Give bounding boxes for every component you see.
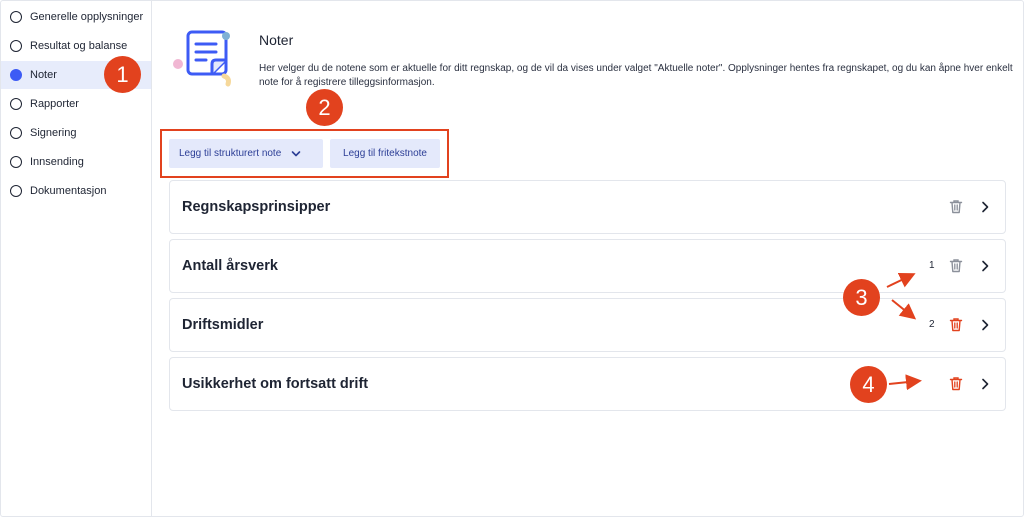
sidebar-item-resultat-og-balanse[interactable]: Resultat og balanse (1, 32, 151, 60)
note-title: Driftsmidler (182, 317, 264, 333)
radio-selected-icon (10, 69, 22, 81)
sidebar-item-signering[interactable]: Signering (1, 119, 151, 147)
chevron-right-icon[interactable] (980, 260, 990, 272)
sidebar-item-label: Rapporter (30, 98, 79, 110)
radio-icon (10, 156, 22, 168)
radio-icon (10, 127, 22, 139)
note-title: Antall årsverk (182, 258, 278, 274)
sidebar-item-rapporter[interactable]: Rapporter (1, 90, 151, 118)
trash-icon[interactable] (949, 258, 963, 273)
notes-illustration-icon (173, 30, 231, 87)
sidebar-item-label: Innsending (30, 156, 84, 168)
radio-icon (10, 11, 22, 23)
note-title: Usikkerhet om fortsatt drift (182, 376, 369, 392)
sidebar-item-label: Generelle opplysninger (30, 11, 144, 23)
add-freetext-note-label: Legg til fritekstnote (343, 148, 427, 159)
note-count: 1 (929, 260, 935, 271)
sidebar-item-label: Signering (30, 127, 77, 139)
note-title: Regnskapsprinsipper (182, 199, 331, 215)
annotation-badge-4: 4 (850, 366, 887, 403)
sidebar-item-label: Dokumentasjon (30, 185, 107, 197)
radio-icon (10, 40, 22, 52)
radio-icon (10, 98, 22, 110)
page-description: Her velger du de notene som er aktuelle … (259, 63, 1013, 88)
annotation-badge-1: 1 (104, 56, 141, 93)
sidebar-item-dokumentasjon[interactable]: Dokumentasjon (1, 177, 151, 205)
note-row-driftsmidler[interactable]: Driftsmidler (169, 298, 1006, 352)
trash-icon[interactable] (949, 317, 963, 332)
add-structured-note-button[interactable]: Legg til strukturert note (169, 139, 323, 168)
sidebar-item-label: Resultat og balanse (30, 40, 128, 52)
add-structured-note-label: Legg til strukturert note (179, 148, 282, 159)
chevron-down-icon (291, 150, 301, 156)
chevron-right-icon[interactable] (980, 319, 990, 331)
trash-icon[interactable] (949, 376, 963, 391)
annotation-badge-2: 2 (306, 89, 343, 126)
chevron-right-icon[interactable] (980, 201, 990, 213)
sidebar-item-label: Noter (30, 69, 57, 81)
sidebar-item-innsending[interactable]: Innsending (1, 148, 151, 176)
note-row-regnskapsprinsipper[interactable]: Regnskapsprinsipper (169, 180, 1006, 234)
add-freetext-note-button[interactable]: Legg til fritekstnote (330, 139, 440, 168)
note-count: 2 (929, 319, 935, 330)
annotation-badge-3: 3 (843, 279, 880, 316)
page-title: Noter (259, 32, 294, 48)
chevron-right-icon[interactable] (980, 378, 990, 390)
sidebar-item-generelle-opplysninger[interactable]: Generelle opplysninger (1, 3, 151, 31)
trash-icon[interactable] (949, 199, 963, 214)
radio-icon (10, 185, 22, 197)
note-row-antall-arsverk[interactable]: Antall årsverk (169, 239, 1006, 293)
